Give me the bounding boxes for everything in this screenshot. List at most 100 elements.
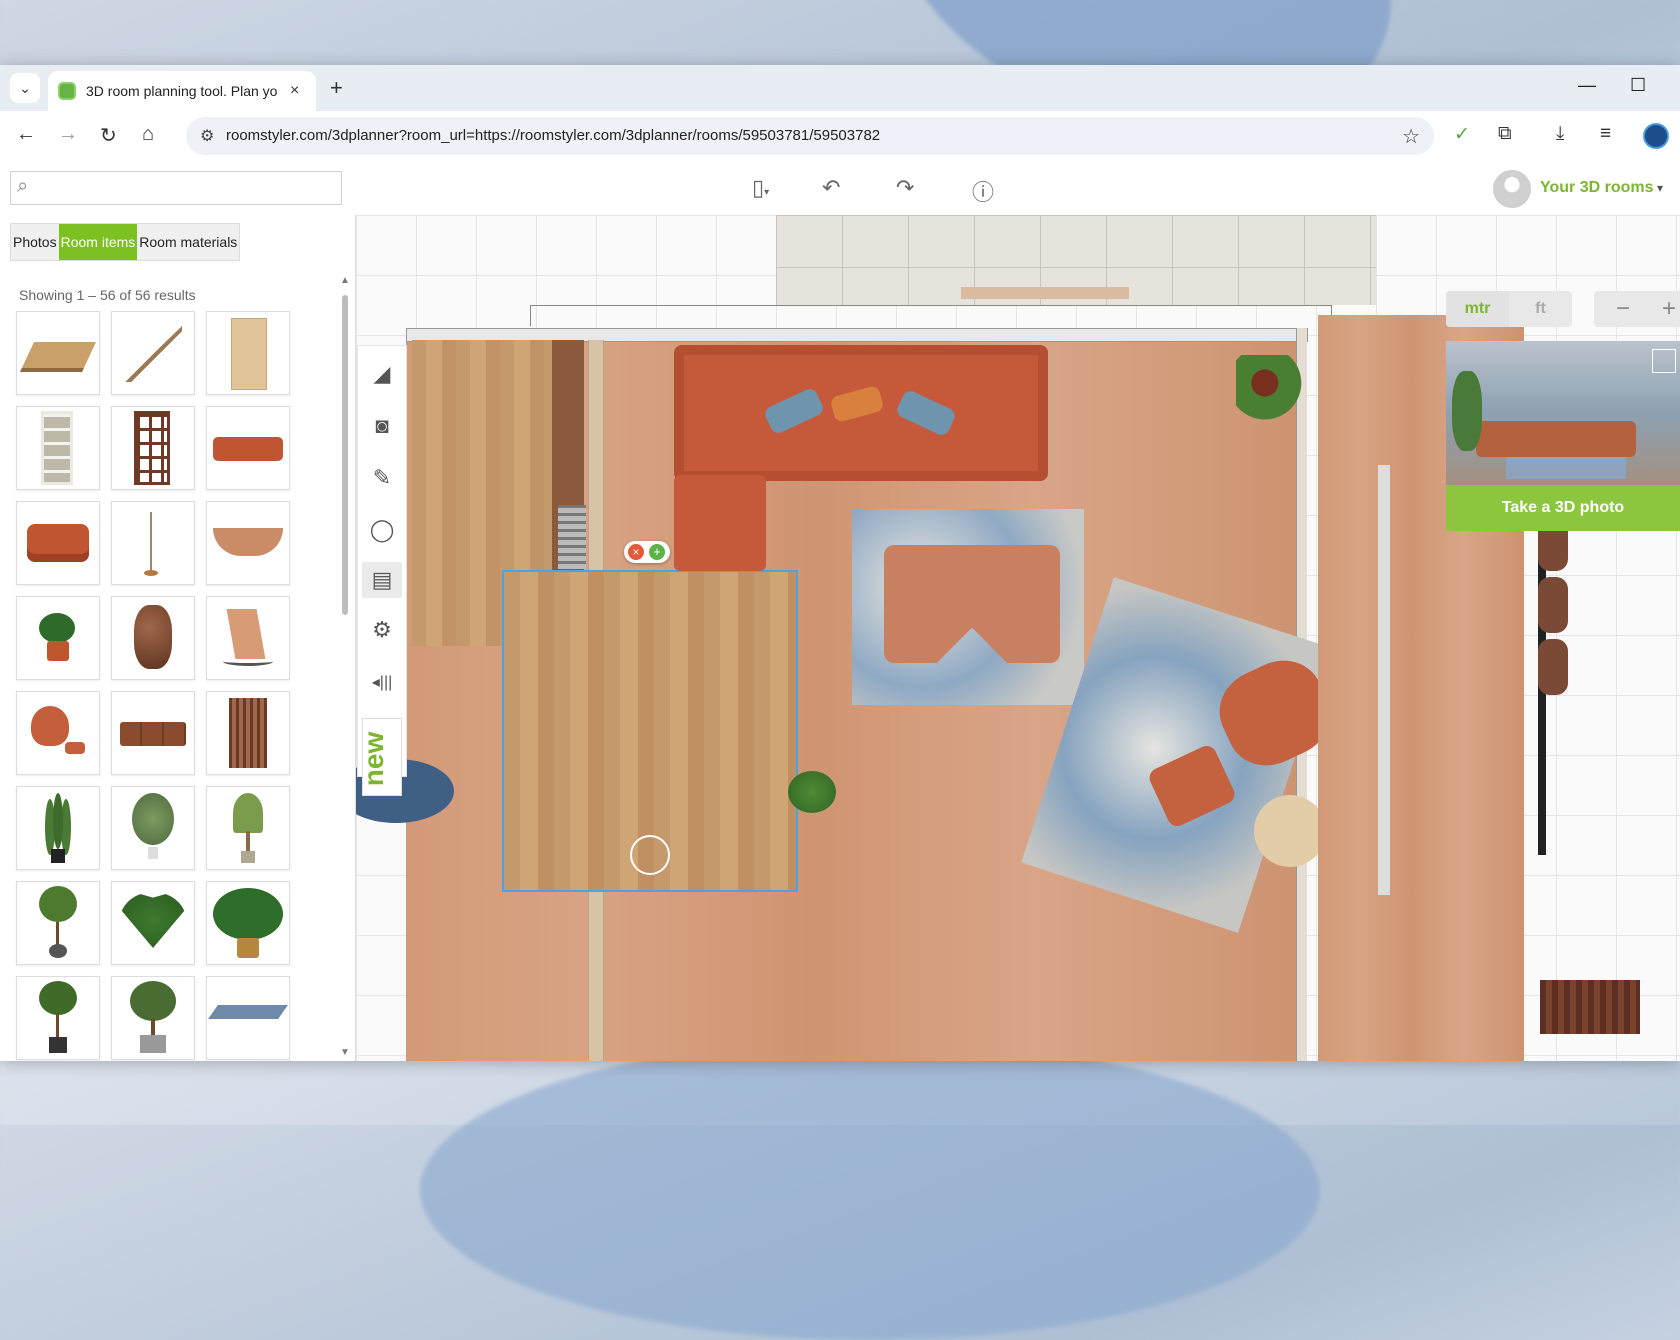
unit-ft-button[interactable]: ft bbox=[1509, 291, 1572, 327]
item-potted-ficus[interactable] bbox=[111, 786, 195, 870]
preview-rug bbox=[1506, 457, 1626, 479]
profile-avatar-icon[interactable] bbox=[1643, 123, 1669, 149]
preview-plant bbox=[1452, 371, 1482, 451]
item-blue-rug[interactable] bbox=[206, 976, 290, 1060]
item-olive-tree[interactable] bbox=[111, 976, 195, 1060]
unit-mtr-button[interactable]: mtr bbox=[1446, 291, 1509, 327]
3d-preview-image[interactable] bbox=[1446, 341, 1680, 485]
adjacent-wall bbox=[1378, 465, 1390, 895]
tab-room-materials[interactable]: Room materials bbox=[137, 224, 240, 260]
item-yucca-plant[interactable] bbox=[206, 786, 290, 870]
item-fan-palm[interactable] bbox=[111, 881, 195, 965]
hanging-plant[interactable] bbox=[1236, 355, 1308, 425]
armchair-icon[interactable]: ◙ bbox=[368, 412, 396, 440]
browser-toolbar: ← → ↻ ⌂ ⚙ roomstyler.com/3dplanner?room_… bbox=[0, 111, 1680, 164]
item-rocking-chair[interactable] bbox=[206, 596, 290, 680]
unit-toggle: mtr ft bbox=[1446, 291, 1572, 327]
preview-sofa bbox=[1476, 421, 1636, 457]
sofa-chaise[interactable] bbox=[674, 475, 766, 571]
address-bar[interactable]: ⚙ roomstyler.com/3dplanner?room_url=http… bbox=[186, 117, 1434, 155]
item-square-table[interactable] bbox=[16, 311, 100, 395]
info-icon[interactable]: ⓘ bbox=[972, 175, 994, 207]
maximize-button[interactable]: ☐ bbox=[1630, 75, 1646, 96]
item-orange-ottoman[interactable] bbox=[16, 501, 100, 585]
avatar[interactable] bbox=[1493, 170, 1531, 208]
item-topiary-tree[interactable] bbox=[16, 976, 100, 1060]
scroll-up-arrow-icon[interactable]: ▲ bbox=[340, 275, 350, 286]
paint-brush-icon[interactable]: ✎ bbox=[368, 464, 396, 492]
item-potted-plant-small[interactable] bbox=[16, 596, 100, 680]
new-tab-button[interactable]: + bbox=[330, 75, 343, 101]
catalog-scrollbar[interactable]: ▲ ▼ bbox=[340, 275, 350, 1061]
item-staircase[interactable] bbox=[111, 311, 195, 395]
reload-icon[interactable]: ↻ bbox=[100, 123, 117, 148]
search-input[interactable]: ⌕ bbox=[10, 171, 342, 205]
take-3d-photo-button[interactable]: Take a 3D photo bbox=[1446, 485, 1680, 531]
tab-room-items[interactable]: Room items bbox=[58, 224, 138, 260]
scroll-down-arrow-icon[interactable]: ▼ bbox=[340, 1047, 350, 1058]
site-settings-icon[interactable]: ⚙ bbox=[200, 126, 214, 146]
download-icon[interactable]: ⤓ bbox=[1556, 123, 1564, 145]
bar-stool[interactable] bbox=[1538, 639, 1568, 695]
wall-shelf bbox=[961, 287, 1129, 299]
new-file-icon[interactable]: ▯▾ bbox=[752, 175, 769, 201]
clipboard-icon[interactable]: ▤ bbox=[362, 562, 402, 598]
home-icon[interactable]: ⌂ bbox=[142, 123, 154, 146]
forward-arrow-icon[interactable]: → bbox=[58, 123, 78, 146]
tab-photos[interactable]: Photos bbox=[11, 224, 59, 260]
chevron-down-icon: ⌄ bbox=[19, 79, 31, 96]
item-room-divider-shelf[interactable] bbox=[111, 406, 195, 490]
item-white-bookcase[interactable] bbox=[16, 406, 100, 490]
item-sofa-cushions[interactable] bbox=[111, 691, 195, 775]
item-copper-vase[interactable] bbox=[111, 596, 195, 680]
browser-tab[interactable]: 3D room planning tool. Plan yo × bbox=[48, 71, 316, 111]
item-wooden-door[interactable] bbox=[206, 311, 290, 395]
item-orange-sofa[interactable] bbox=[206, 406, 290, 490]
item-floor-lamp[interactable] bbox=[111, 501, 195, 585]
bookmark-star-icon[interactable]: ☆ bbox=[1402, 124, 1420, 149]
side-table[interactable] bbox=[1254, 795, 1326, 867]
browser-window: ⌄ 3D room planning tool. Plan yo × + — ☐… bbox=[0, 65, 1680, 1061]
redo-icon[interactable]: ↷ bbox=[896, 175, 914, 201]
back-arrow-icon[interactable]: ← bbox=[16, 123, 36, 146]
potted-plant[interactable] bbox=[788, 771, 836, 813]
zoom-in-button[interactable]: + bbox=[1662, 295, 1676, 323]
fullscreen-icon[interactable] bbox=[1652, 349, 1676, 373]
results-count: Showing 1 – 56 of 56 results bbox=[19, 287, 196, 303]
delete-item-icon[interactable]: × bbox=[628, 544, 644, 560]
new-badge[interactable]: new bbox=[358, 718, 402, 796]
check-extension-icon[interactable]: ✓ bbox=[1454, 123, 1470, 146]
light-bulb-icon[interactable]: ◯ bbox=[368, 516, 396, 544]
tab-title: 3D room planning tool. Plan yo bbox=[86, 83, 278, 99]
favicon-icon bbox=[58, 82, 76, 100]
extensions-puzzle-icon[interactable]: ⧉ bbox=[1498, 123, 1512, 145]
wall-outline bbox=[530, 305, 1332, 326]
vertical-toolbar: ◢ ◙ ✎ ◯ ▤ ⚙ ◂||| new bbox=[357, 345, 407, 796]
tab-list-button[interactable]: ⌄ bbox=[10, 73, 40, 103]
settings-gear-icon[interactable]: ⚙ bbox=[368, 616, 396, 644]
your-3d-rooms-menu[interactable]: Your 3D rooms bbox=[1540, 179, 1654, 197]
chevron-down-icon[interactable]: ▾ bbox=[1657, 181, 1663, 195]
item-snake-plant[interactable] bbox=[16, 786, 100, 870]
tab-bar: ⌄ 3D room planning tool. Plan yo × + — ☐ bbox=[0, 65, 1680, 111]
undo-icon[interactable]: ↶ bbox=[822, 175, 840, 201]
media-queue-icon[interactable]: ≡ bbox=[1600, 123, 1611, 145]
zoom-out-button[interactable]: − bbox=[1616, 295, 1630, 323]
tab-close-icon[interactable]: × bbox=[290, 82, 299, 100]
bar-stool[interactable] bbox=[1538, 577, 1568, 633]
wooden-cabinet[interactable] bbox=[1540, 980, 1640, 1034]
catalog-tabs: Photos Room items Room materials bbox=[10, 223, 241, 261]
item-curved-bench[interactable] bbox=[206, 501, 290, 585]
minimize-button[interactable]: — bbox=[1578, 75, 1596, 96]
collapse-panel-icon[interactable]: ◂||| bbox=[368, 668, 396, 696]
duplicate-item-icon[interactable]: + bbox=[649, 544, 665, 560]
item-wooden-trellis-bench[interactable] bbox=[206, 691, 290, 775]
item-potted-tree[interactable] bbox=[16, 881, 100, 965]
url-text: roomstyler.com/3dplanner?room_url=https:… bbox=[226, 127, 881, 144]
catalog-panel: Photos Room items Room materials Showing… bbox=[0, 215, 356, 1061]
rotate-handle-icon[interactable] bbox=[630, 835, 670, 875]
item-egg-chair[interactable] bbox=[16, 691, 100, 775]
scroll-thumb[interactable] bbox=[342, 295, 348, 615]
item-monstera-plant[interactable] bbox=[206, 881, 290, 965]
floor-trowel-icon[interactable]: ◢ bbox=[368, 360, 396, 388]
